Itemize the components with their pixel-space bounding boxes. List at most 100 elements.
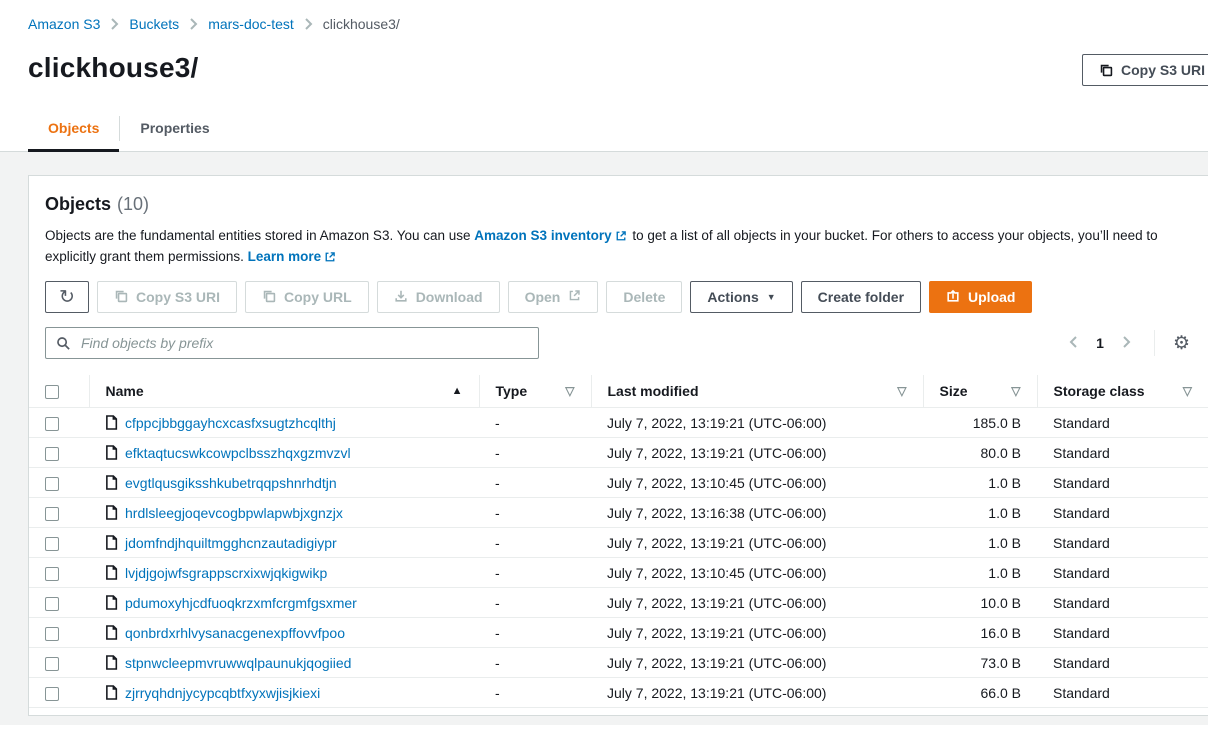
row-checkbox[interactable] xyxy=(45,417,59,431)
select-all-checkbox[interactable] xyxy=(45,385,59,399)
upload-button[interactable]: Upload xyxy=(929,281,1032,313)
upload-label: Upload xyxy=(968,289,1015,305)
breadcrumb-link-bucket-name[interactable]: mars-doc-test xyxy=(208,16,294,32)
object-last-modified: July 7, 2022, 13:19:21 (UTC-06:00) xyxy=(591,588,923,618)
object-size: 1.0 B xyxy=(923,558,1037,588)
search-row: 1 ⚙ xyxy=(45,327,1192,359)
refresh-button[interactable]: ↻ xyxy=(45,281,89,313)
object-last-modified: July 7, 2022, 13:19:21 (UTC-06:00) xyxy=(591,648,923,678)
object-name-cell: jdomfndjhquiltmgghcnzautadigiypr xyxy=(89,528,479,558)
object-rows: cfppcjbbggayhcxcasfxsugtzhcqlthj-July 7,… xyxy=(29,408,1208,708)
column-header-storage-class[interactable]: Storage class▽ xyxy=(1037,375,1208,408)
copy-s3-uri-button[interactable]: Copy S3 URI xyxy=(97,281,237,313)
object-storage-class: Standard xyxy=(1037,468,1208,498)
panel-heading-count: (10) xyxy=(117,194,149,214)
previous-page-button[interactable] xyxy=(1062,330,1084,357)
object-name-link[interactable]: pdumoxyhjcdfuoqkrzxmfcrgmfgsxmer xyxy=(125,595,357,611)
learn-more-link[interactable]: Learn more xyxy=(248,249,322,264)
gear-icon: ⚙ xyxy=(1173,333,1190,354)
row-checkbox[interactable] xyxy=(45,627,59,641)
object-name-link[interactable]: zjrryqhdnjycypcqbtfxyxwjisjkiexi xyxy=(125,685,320,701)
create-folder-button[interactable]: Create folder xyxy=(801,281,921,313)
pagination-divider xyxy=(1154,330,1155,356)
object-last-modified: July 7, 2022, 13:10:45 (UTC-06:00) xyxy=(591,468,923,498)
current-page-number[interactable]: 1 xyxy=(1090,335,1110,351)
object-name-link[interactable]: stpnwcleepmvruwwqlpaunukjqogiied xyxy=(125,655,351,671)
row-checkbox[interactable] xyxy=(45,567,59,581)
object-name-link[interactable]: cfppcjbbggayhcxcasfxsugtzhcqlthj xyxy=(125,415,336,431)
copy-s3-uri-label: Copy S3 URI xyxy=(136,289,220,305)
object-last-modified: July 7, 2022, 13:19:21 (UTC-06:00) xyxy=(591,408,923,438)
object-type: - xyxy=(479,648,591,678)
tab-bar: Objects Properties xyxy=(0,106,1208,152)
table-row: zjrryqhdnjycypcqbtfxyxwjisjkiexi-July 7,… xyxy=(29,678,1208,708)
object-name-link[interactable]: qonbrdxrhlvysanacgenexpffovvfpoo xyxy=(125,625,345,641)
search-input[interactable] xyxy=(79,334,528,352)
open-button[interactable]: Open xyxy=(508,281,599,313)
table-header-row: Name▲ Type▽ Last modified▽ Size▽ Storage… xyxy=(29,375,1208,408)
sort-icon: ▽ xyxy=(897,384,906,398)
column-header-name[interactable]: Name▲ xyxy=(89,375,479,408)
row-select-cell xyxy=(29,438,89,468)
object-name-link[interactable]: hrdlsleegjoqevcogbpwlapwbjxgnzjx xyxy=(125,505,343,521)
file-icon xyxy=(105,535,118,550)
breadcrumb-current: clickhouse3/ xyxy=(323,16,400,32)
row-checkbox[interactable] xyxy=(45,687,59,701)
column-label: Size xyxy=(940,383,968,399)
copy-url-button[interactable]: Copy URL xyxy=(245,281,369,313)
sort-icon: ▽ xyxy=(565,384,574,398)
column-header-type[interactable]: Type ▽ xyxy=(479,375,591,408)
object-type: - xyxy=(479,498,591,528)
row-select-cell xyxy=(29,408,89,438)
row-checkbox[interactable] xyxy=(45,657,59,671)
row-select-cell xyxy=(29,468,89,498)
preferences-gear-button[interactable]: ⚙ xyxy=(1171,332,1192,355)
column-label: Type xyxy=(496,383,528,399)
object-size: 10.0 B xyxy=(923,588,1037,618)
row-checkbox[interactable] xyxy=(45,597,59,611)
object-name-link[interactable]: jdomfndjhquiltmgghcnzautadigiypr xyxy=(125,535,337,551)
amazon-s3-inventory-link[interactable]: Amazon S3 inventory xyxy=(474,228,611,243)
column-header-last-modified[interactable]: Last modified▽ xyxy=(591,375,923,408)
table-row: lvjdjgojwfsgrappscrxixwjqkigwikp-July 7,… xyxy=(29,558,1208,588)
row-checkbox[interactable] xyxy=(45,447,59,461)
breadcrumb-link-buckets[interactable]: Buckets xyxy=(129,16,179,32)
delete-button[interactable]: Delete xyxy=(606,281,682,313)
object-storage-class: Standard xyxy=(1037,588,1208,618)
copy-icon xyxy=(1099,63,1113,77)
tab-properties[interactable]: Properties xyxy=(120,106,229,151)
row-checkbox[interactable] xyxy=(45,507,59,521)
breadcrumb: Amazon S3 Buckets mars-doc-test clickhou… xyxy=(0,0,1208,32)
object-last-modified: July 7, 2022, 13:16:38 (UTC-06:00) xyxy=(591,498,923,528)
row-checkbox[interactable] xyxy=(45,477,59,491)
breadcrumb-link-amazon-s3[interactable]: Amazon S3 xyxy=(28,16,100,32)
object-name-link[interactable]: evgtlqusgiksshkubetrqqpshnrhdtjn xyxy=(125,475,337,491)
download-label: Download xyxy=(416,289,483,305)
object-size: 73.0 B xyxy=(923,648,1037,678)
copy-s3-uri-header-button[interactable]: Copy S3 URI xyxy=(1082,54,1208,86)
next-page-button[interactable] xyxy=(1116,330,1138,357)
column-header-size[interactable]: Size▽ xyxy=(923,375,1037,408)
objects-panel: Objects(10) Objects are the fundamental … xyxy=(28,175,1208,716)
external-link-icon xyxy=(615,230,627,242)
upload-icon xyxy=(946,289,960,306)
page-title: clickhouse3/ xyxy=(28,52,1180,84)
row-checkbox[interactable] xyxy=(45,537,59,551)
object-name-cell: pdumoxyhjcdfuoqkrzxmfcrgmfgsxmer xyxy=(89,588,479,618)
file-icon xyxy=(105,685,118,700)
chevron-right-icon xyxy=(1122,334,1132,353)
download-button[interactable]: Download xyxy=(377,281,500,313)
object-type: - xyxy=(479,528,591,558)
row-select-cell xyxy=(29,678,89,708)
file-icon xyxy=(105,625,118,640)
object-name-link[interactable]: efktaqtucswkcowpclbsszhqxgzmvzvl xyxy=(125,445,351,461)
object-name-link[interactable]: lvjdjgojwfsgrappscrxixwjqkigwikp xyxy=(125,565,327,581)
content-area: Objects(10) Objects are the fundamental … xyxy=(0,152,1208,725)
object-last-modified: July 7, 2022, 13:19:21 (UTC-06:00) xyxy=(591,678,923,708)
description-text: Objects are the fundamental entities sto… xyxy=(45,228,471,243)
tab-objects[interactable]: Objects xyxy=(28,106,119,151)
table-row: evgtlqusgiksshkubetrqqpshnrhdtjn -July 7,… xyxy=(29,468,1208,498)
open-label: Open xyxy=(525,289,561,305)
actions-dropdown-button[interactable]: Actions ▼ xyxy=(690,281,792,313)
object-type: - xyxy=(479,468,591,498)
